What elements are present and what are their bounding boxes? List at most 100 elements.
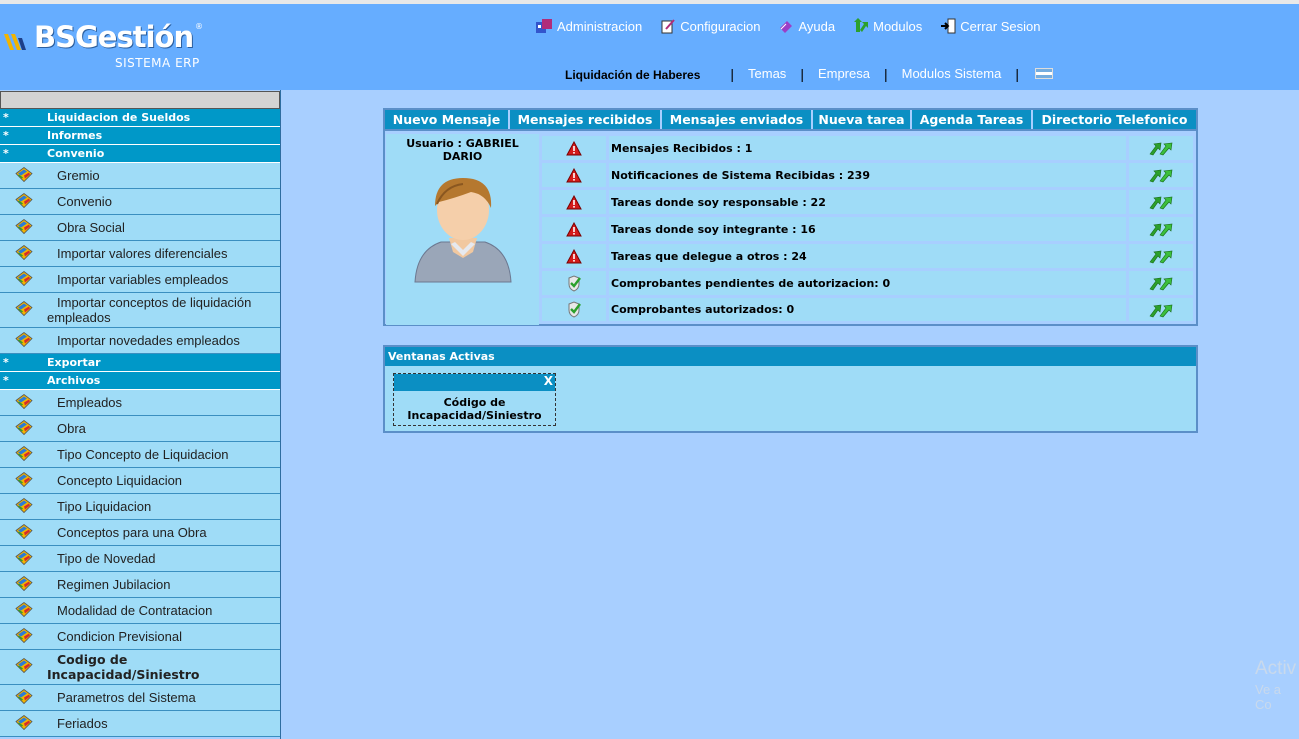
sidebar-item[interactable]: Importar valores diferenciales xyxy=(0,241,280,267)
nav-modulos[interactable]: Modulos xyxy=(853,18,922,34)
warning-icon xyxy=(566,194,582,209)
module-book-icon xyxy=(15,714,33,730)
link-modulos-sistema[interactable]: Modulos Sistema xyxy=(902,66,1002,81)
sidebar-item[interactable]: Importar conceptos de liquidación emplea… xyxy=(0,293,280,328)
section-convenio[interactable]: * Convenio xyxy=(0,145,280,163)
archivos-items: Empleados Obra Tipo Concepto de Liquidacio… xyxy=(0,390,280,737)
section-liquidacion-de-sueldos[interactable]: * Liquidacion de Sueldos xyxy=(0,109,280,127)
message-tabs: Nuevo Mensaje Mensajes recibidos Mensaje… xyxy=(385,110,1196,131)
close-window-button[interactable]: X xyxy=(394,374,555,391)
section-label: Convenio xyxy=(47,147,105,160)
row-go-button[interactable] xyxy=(1129,271,1193,295)
module-icon-wrap xyxy=(14,191,34,212)
logo-registered: ® xyxy=(195,22,203,31)
summary-row: Tareas donde soy integrante : 16 xyxy=(542,217,1194,241)
user-card: Usuario : GABRIEL DARIO xyxy=(386,134,539,325)
row-status xyxy=(542,136,606,160)
section-label: Liquidacion de Sueldos xyxy=(47,111,191,124)
top-navigation: Administracion Configuracion Ayuda Modul… xyxy=(535,18,1058,34)
module-icon-wrap xyxy=(14,217,34,238)
nav-modulos-label: Modulos xyxy=(873,18,923,34)
link-empresa[interactable]: Empresa xyxy=(818,66,870,81)
nav-administracion-label: Administracion xyxy=(557,18,643,34)
nav-configuracion[interactable]: Configuracion xyxy=(660,18,760,34)
bsgestion-logo[interactable]: BSGestión ® SISTEMA ERP xyxy=(2,18,212,78)
sidebar-item[interactable]: Parametros del Sistema xyxy=(0,685,280,711)
tab-nuevo-mensaje[interactable]: Nuevo Mensaje xyxy=(385,110,510,129)
watermark-line2: Ve a Co xyxy=(1255,682,1282,712)
check-shield-icon xyxy=(568,274,581,292)
sidebar-item[interactable]: Conceptos para una Obra xyxy=(0,520,280,546)
module-icon-wrap xyxy=(14,243,34,264)
module-icon-wrap xyxy=(14,496,34,517)
section-archivos[interactable]: * Archivos xyxy=(0,372,280,390)
sub-navigation: Liquidación de Haberes | Temas | Empresa… xyxy=(565,65,1053,82)
nav-ayuda[interactable]: Ayuda xyxy=(778,18,835,34)
row-go-button[interactable] xyxy=(1129,244,1193,268)
sidebar-item[interactable]: Concepto Liquidacion xyxy=(0,468,280,494)
row-go-button[interactable] xyxy=(1129,163,1193,187)
section-exportar[interactable]: * Exportar xyxy=(0,354,280,372)
sidebar-item[interactable]: Regimen Jubilacion xyxy=(0,572,280,598)
warning-icon xyxy=(566,140,582,155)
module-book-icon xyxy=(15,523,33,539)
tab-nueva-tarea[interactable]: Nueva tarea xyxy=(813,110,912,129)
sidebar-item[interactable]: Gremio xyxy=(0,163,280,189)
tab-mensajes-enviados[interactable]: Mensajes enviados xyxy=(662,110,813,129)
row-go-button[interactable] xyxy=(1129,217,1193,241)
warning-icon xyxy=(566,167,582,182)
sidebar-item[interactable]: Importar novedades empleados xyxy=(0,328,280,354)
separator: | xyxy=(730,65,735,82)
sidebar-item[interactable]: Tipo Concepto de Liquidacion xyxy=(0,442,280,468)
sidebar-item-label: Tipo Concepto de Liquidacion xyxy=(57,447,229,462)
sidebar-item[interactable]: Codigo de Incapacidad/Siniestro xyxy=(0,650,280,685)
module-icon-wrap xyxy=(14,330,34,351)
nav-administracion[interactable]: Administracion xyxy=(535,18,642,34)
row-status xyxy=(542,217,606,241)
module-book-icon xyxy=(15,575,33,591)
section-informes[interactable]: * Informes xyxy=(0,127,280,145)
module-icon-wrap xyxy=(14,470,34,491)
separator: | xyxy=(883,65,888,82)
sidebar-item[interactable]: Condicion Previsional xyxy=(0,624,280,650)
sidebar-item[interactable]: Feriados xyxy=(0,711,280,737)
active-window-card[interactable]: X Código de Incapacidad/Siniestro xyxy=(393,373,556,426)
sidebar-item[interactable]: Importar variables empleados xyxy=(0,267,280,293)
tab-directorio-telefonico[interactable]: Directorio Telefonico xyxy=(1033,110,1196,129)
row-text: Comprobantes autorizados: 0 xyxy=(609,298,1126,321)
row-go-button[interactable] xyxy=(1129,190,1193,214)
app-header: BSGestión ® SISTEMA ERP Administracion C… xyxy=(0,0,1299,90)
module-book-icon xyxy=(15,419,33,435)
sidebar-item[interactable]: Empleados xyxy=(0,390,280,416)
module-icon-wrap xyxy=(14,687,34,708)
module-book-icon xyxy=(15,192,33,208)
help-icon xyxy=(780,21,793,33)
summary-row: Mensajes Recibidos : 1 xyxy=(542,136,1194,160)
summary-row: Notificaciones de Sistema Recibidas : 23… xyxy=(542,163,1194,187)
dashboard-panel: Nuevo Mensaje Mensajes recibidos Mensaje… xyxy=(383,108,1198,326)
section-star: * xyxy=(3,111,9,124)
tab-mensajes-recibidos[interactable]: Mensajes recibidos xyxy=(510,110,662,129)
module-icon-wrap xyxy=(14,269,34,290)
sidebar-item[interactable]: Obra Social xyxy=(0,215,280,241)
sidebar-item[interactable]: Tipo Liquidacion xyxy=(0,494,280,520)
sidebar-item[interactable]: Obra xyxy=(0,416,280,442)
module-book-icon xyxy=(15,244,33,260)
section-star: * xyxy=(3,147,9,160)
active-window-title[interactable]: Código de Incapacidad/Siniestro xyxy=(394,396,555,422)
argentina-flag-icon[interactable] xyxy=(1034,68,1053,79)
nav-cerrar-sesion[interactable]: Cerrar Sesion xyxy=(940,18,1040,34)
row-go-button[interactable] xyxy=(1129,298,1193,321)
row-status xyxy=(542,271,606,295)
sidebar-search-bar[interactable] xyxy=(0,91,280,109)
sidebar-item[interactable]: Tipo de Novedad xyxy=(0,546,280,572)
sidebar-item[interactable]: Convenio xyxy=(0,189,280,215)
row-status xyxy=(542,244,606,268)
row-go-button[interactable] xyxy=(1129,136,1193,160)
link-temas[interactable]: Temas xyxy=(748,66,786,81)
user-avatar-icon xyxy=(414,178,512,283)
sidebar-item[interactable]: Modalidad de Contratacion xyxy=(0,598,280,624)
tab-agenda-tareas[interactable]: Agenda Tareas xyxy=(912,110,1033,129)
module-icon-wrap xyxy=(14,418,34,439)
go-arrows-icon xyxy=(1149,169,1173,183)
